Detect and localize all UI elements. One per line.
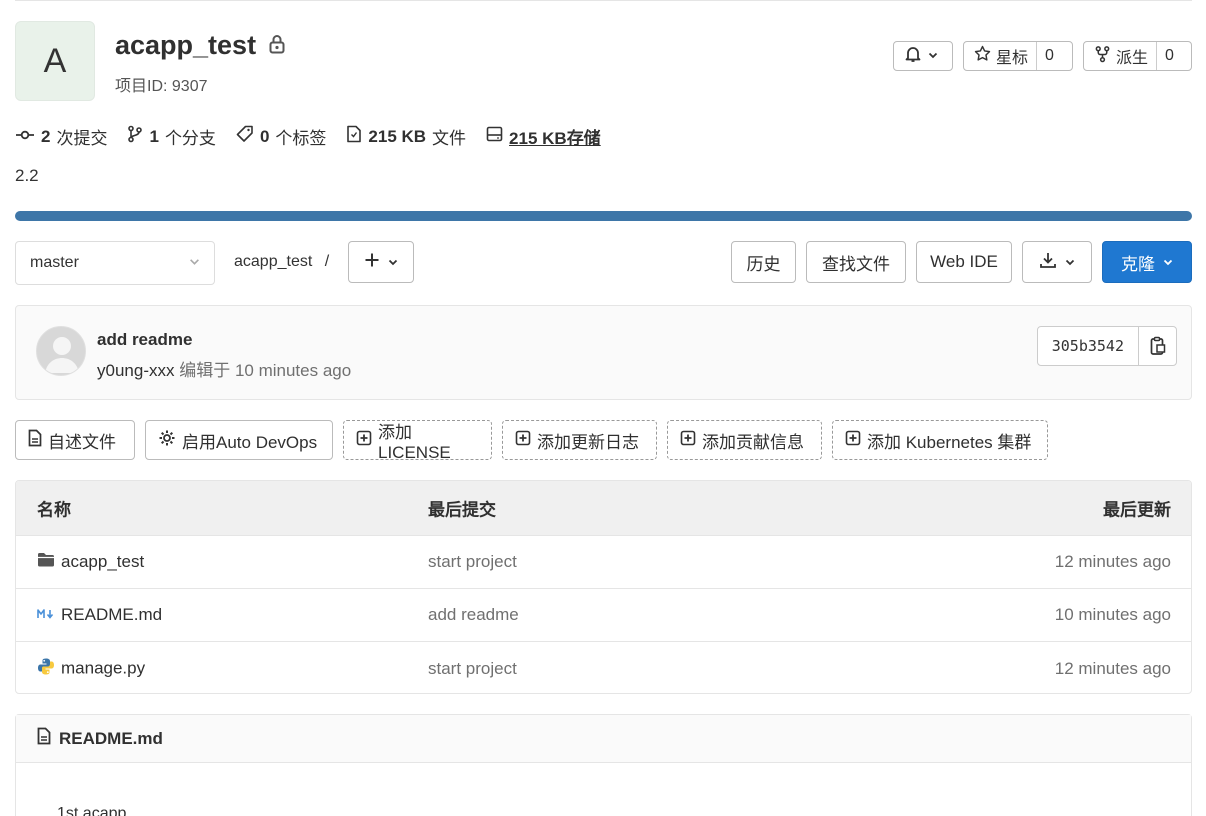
plus-icon — [364, 252, 380, 273]
project-title: acapp_test — [115, 30, 286, 61]
table-row[interactable]: manage.py start project 12 minutes ago — [16, 642, 1191, 693]
markdown-icon — [37, 605, 55, 625]
history-button[interactable]: 历史 — [731, 241, 796, 283]
project-avatar: A — [15, 21, 95, 101]
project-description: 2.2 — [15, 166, 39, 185]
branches-stat[interactable]: 1 个分支 — [127, 124, 216, 149]
commit-action: 编辑于 — [179, 361, 231, 380]
chevron-down-icon — [388, 252, 398, 272]
file-table: 名称 最后提交 最后更新 acapp_test start project 12… — [15, 480, 1192, 694]
commit-sha[interactable]: 305b3542 — [1038, 327, 1138, 365]
branch-icon — [127, 125, 143, 148]
storage-stat[interactable]: 215 KB存储 — [486, 124, 601, 149]
download-icon — [1039, 251, 1057, 274]
fork-button[interactable]: 派生 0 — [1083, 41, 1192, 71]
document-icon — [28, 429, 42, 452]
file-name[interactable]: README.md — [61, 605, 162, 625]
plus-square-icon — [680, 430, 696, 451]
readme-header: README.md — [16, 715, 1191, 763]
table-row[interactable]: acapp_test start project 12 minutes ago — [16, 536, 1191, 589]
python-icon — [37, 657, 55, 680]
web-ide-button[interactable]: Web IDE — [916, 241, 1012, 283]
header-name: 名称 — [37, 500, 71, 520]
readme-content: 1st acapp — [57, 805, 127, 816]
file-icon — [346, 125, 362, 148]
add-contributing-button[interactable]: 添加贡献信息 — [667, 420, 822, 460]
plus-square-icon — [845, 430, 861, 451]
file-updated: 10 minutes ago — [1054, 605, 1171, 624]
folder-icon — [37, 552, 55, 572]
add-kubernetes-button[interactable]: 添加 Kubernetes 集群 — [832, 420, 1048, 460]
tags-stat[interactable]: 0 个标签 — [236, 124, 326, 149]
commit-time: 10 minutes ago — [234, 361, 352, 380]
header-last-update: 最后更新 — [1103, 500, 1171, 520]
file-name[interactable]: manage.py — [61, 659, 145, 679]
clone-button[interactable]: 克隆 — [1102, 241, 1192, 283]
bell-icon — [904, 45, 922, 68]
star-button[interactable]: 星标 0 — [963, 41, 1073, 71]
add-changelog-button[interactable]: 添加更新日志 — [502, 420, 657, 460]
files-stat[interactable]: 215 KB 文件 — [346, 124, 466, 149]
file-updated: 12 minutes ago — [1054, 552, 1171, 571]
readme-action-button[interactable]: 自述文件 — [15, 420, 135, 460]
chevron-down-icon — [1065, 252, 1075, 272]
commit-icon — [15, 127, 35, 147]
copy-icon[interactable] — [1138, 327, 1176, 365]
top-divider — [15, 0, 1192, 1]
file-updated: 12 minutes ago — [1054, 658, 1171, 678]
breadcrumb-project[interactable]: acapp_test — [234, 253, 312, 270]
add-license-button[interactable]: 添加LICENSE — [343, 420, 492, 462]
breadcrumb-separator: / — [324, 253, 330, 270]
lock-icon — [268, 30, 286, 61]
find-file-button[interactable]: 查找文件 — [806, 241, 906, 283]
project-stats: 2 次提交 1 个分支 0 个标签 215 KB 文件 215 KB存储 — [15, 124, 601, 149]
table-row[interactable]: README.md add readme 10 minutes ago — [16, 589, 1191, 642]
chevron-down-icon — [928, 47, 938, 65]
project-id: 项目ID: 9307 — [115, 78, 208, 95]
plus-square-icon — [515, 430, 531, 451]
commit-meta: y0ung-xxx 编辑于 10 minutes ago — [97, 356, 351, 381]
chevron-down-icon — [1163, 252, 1173, 272]
commit-title[interactable]: add readme — [97, 330, 192, 350]
breadcrumb: acapp_test / — [234, 253, 329, 271]
language-bar — [15, 211, 1192, 221]
tag-icon — [236, 125, 254, 148]
last-commit-panel: add readme y0ung-xxx 编辑于 10 minutes ago … — [15, 305, 1192, 400]
plus-square-icon — [356, 430, 372, 451]
star-icon — [974, 45, 991, 67]
branch-select[interactable]: master — [15, 241, 215, 285]
project-name: acapp_test — [115, 30, 257, 60]
file-commit[interactable]: start project — [428, 552, 517, 572]
fork-count: 0 — [1156, 42, 1182, 70]
avatar[interactable] — [36, 326, 86, 376]
storage-icon — [486, 126, 503, 147]
file-name[interactable]: acapp_test — [61, 552, 144, 572]
chevron-down-icon — [189, 254, 200, 272]
header-last-commit: 最后提交 — [428, 500, 496, 520]
table-header: 名称 最后提交 最后更新 — [16, 481, 1191, 536]
download-button[interactable] — [1022, 241, 1092, 283]
commits-stat[interactable]: 2 次提交 — [15, 124, 107, 149]
file-commit[interactable]: start project — [428, 659, 517, 679]
file-commit[interactable]: add readme — [428, 605, 519, 625]
commit-author[interactable]: y0ung-xxx — [97, 361, 174, 380]
gear-icon — [158, 429, 176, 452]
add-dropdown-button[interactable] — [348, 241, 414, 283]
fork-icon — [1094, 45, 1111, 68]
commit-sha-group: 305b3542 — [1036, 326, 1177, 366]
auto-devops-button[interactable]: 启用Auto DevOps — [145, 420, 333, 460]
readme-panel: README.md 1st acapp — [15, 714, 1192, 816]
notification-button[interactable] — [893, 41, 953, 71]
readme-title[interactable]: README.md — [59, 729, 163, 749]
star-count: 0 — [1036, 42, 1062, 70]
document-icon — [37, 727, 51, 750]
